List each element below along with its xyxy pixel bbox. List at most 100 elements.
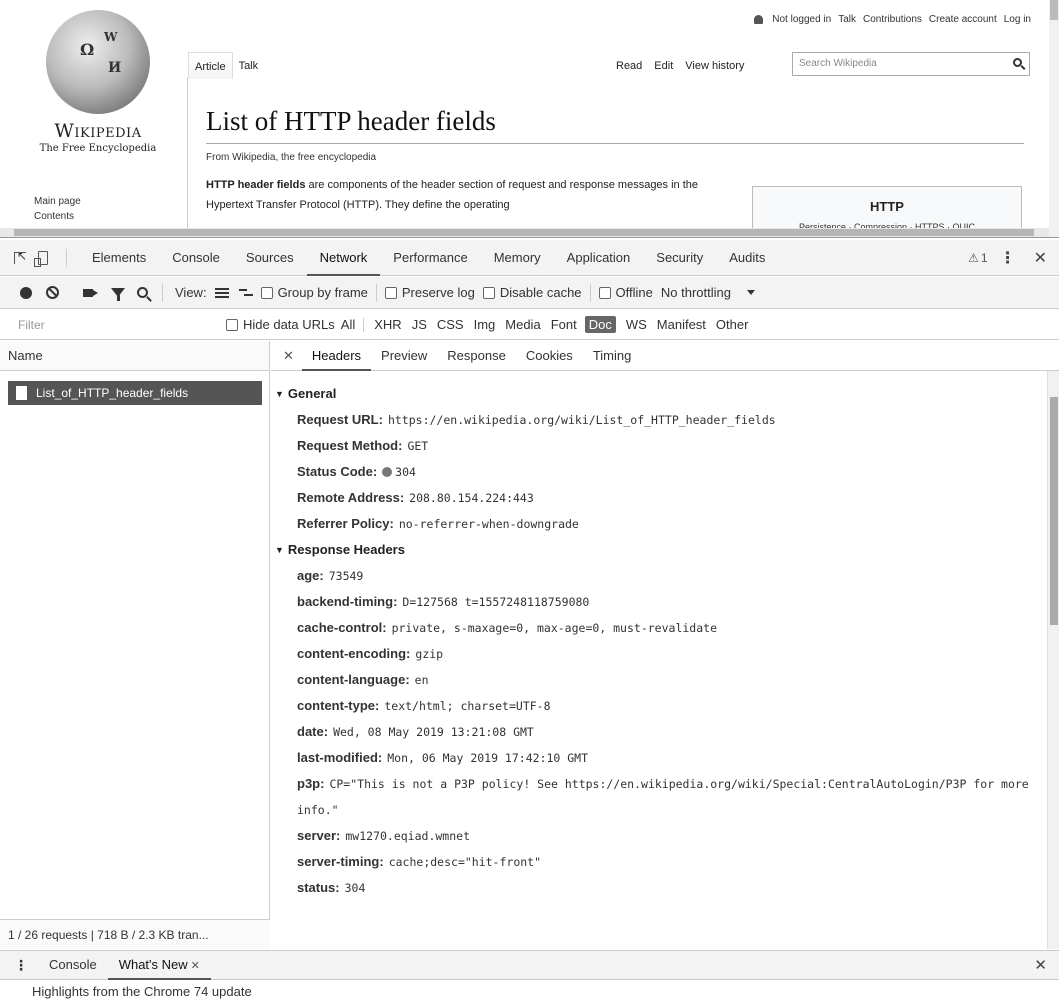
response-headers-section-header[interactable]: ▼ Response Headers	[271, 537, 1043, 563]
tab-cookies[interactable]: Cookies	[516, 341, 583, 371]
filter-input[interactable]: Filter	[18, 318, 218, 332]
clear-icon[interactable]	[46, 286, 59, 299]
tab-console[interactable]: Console	[159, 240, 233, 276]
checkbox-box[interactable]	[482, 286, 495, 299]
tab-performance[interactable]: Performance	[380, 240, 480, 276]
inspect-element-icon[interactable]	[14, 249, 27, 264]
header-name: content-encoding:	[297, 646, 411, 661]
tab-timing[interactable]: Timing	[583, 341, 642, 371]
contents-link[interactable]: Contents	[34, 209, 81, 224]
request-row[interactable]: List_of_HTTP_header_fields	[8, 381, 262, 405]
wiki-search-input[interactable]: Search Wikipedia	[792, 52, 1030, 76]
warning-count[interactable]: 1	[981, 251, 988, 265]
filter-type-css[interactable]: CSS	[437, 317, 464, 332]
contributions-link[interactable]: Contributions	[863, 14, 922, 25]
wikipedia-logo[interactable]: Ω W И Wikipedia The Free Encyclopedia	[28, 10, 168, 154]
talk-link[interactable]: Talk	[838, 14, 856, 25]
checkbox-box[interactable]	[384, 286, 397, 299]
close-tab-icon[interactable]: ✕	[191, 960, 200, 972]
divider	[375, 283, 377, 302]
tab-preview[interactable]: Preview	[371, 341, 437, 371]
disable-cache-label: Disable cache	[499, 285, 582, 300]
checkbox-box[interactable]	[598, 286, 611, 299]
search-icon[interactable]	[1013, 58, 1022, 67]
drawer-menu-icon[interactable]: ⋮	[14, 957, 28, 974]
dropdown-arrow-icon[interactable]	[746, 290, 755, 295]
filter-type-other[interactable]: Other	[716, 317, 749, 332]
create-account-link[interactable]: Create account	[929, 14, 997, 25]
checkbox-box[interactable]	[260, 286, 273, 299]
tab-sources[interactable]: Sources	[233, 240, 307, 276]
record-icon[interactable]	[20, 286, 32, 299]
tab-headers[interactable]: Headers	[301, 341, 372, 371]
wikipedia-tagline: The Free Encyclopedia	[39, 143, 157, 154]
overview-icon[interactable]	[238, 288, 253, 298]
log-in-link[interactable]: Log in	[1004, 14, 1031, 25]
filter-type-js[interactable]: JS	[412, 317, 427, 332]
hide-data-urls-checkbox[interactable]: Hide data URLs	[226, 317, 335, 332]
wiki-vertical-scrollbar[interactable]	[1049, 0, 1059, 237]
tab-application[interactable]: Application	[554, 240, 644, 276]
filter-type-all[interactable]: All	[341, 317, 355, 332]
tab-elements[interactable]: Elements	[79, 240, 159, 276]
article-tab[interactable]: Article	[188, 52, 233, 79]
general-section-header[interactable]: ▼ General	[271, 381, 1043, 407]
tab-security[interactable]: Security	[643, 240, 716, 276]
search-icon[interactable]	[137, 287, 148, 298]
details-vertical-scrollbar[interactable]	[1047, 371, 1059, 949]
scroll-thumb[interactable]	[1050, 397, 1058, 625]
filter-type-img[interactable]: Img	[474, 317, 496, 332]
not-logged-in-label: Not logged in	[772, 14, 832, 25]
drawer-tab-whats-new[interactable]: What's New ✕	[107, 950, 211, 980]
scroll-thumb[interactable]	[1050, 0, 1058, 20]
filter-type-xhr[interactable]: XHR	[374, 317, 401, 332]
large-rows-icon[interactable]	[214, 287, 229, 298]
header-value: private, s-maxage=0, max-age=0, must-rev…	[391, 621, 717, 635]
main-page-link[interactable]: Main page	[34, 194, 81, 209]
checkbox-box[interactable]	[226, 318, 238, 331]
read-tab[interactable]: Read	[616, 60, 642, 72]
filter-type-doc[interactable]: Doc	[584, 316, 616, 333]
hide-data-urls-label: Hide data URLs	[243, 317, 335, 332]
tab-audits[interactable]: Audits	[716, 240, 778, 276]
filter-type-font[interactable]: Font	[551, 317, 577, 332]
filter-type-media[interactable]: Media	[505, 317, 540, 332]
view-history-tab[interactable]: View history	[685, 60, 744, 72]
header-value: D=127568 t=1557248118759080	[402, 595, 590, 609]
offline-checkbox[interactable]: Offline	[598, 285, 653, 300]
details-tabbar: ✕ Headers Preview Response Cookies Timin…	[271, 341, 1059, 371]
device-toolbar-icon[interactable]	[34, 250, 48, 267]
edit-tab[interactable]: Edit	[654, 60, 673, 72]
header-row: last-modified: Mon, 06 May 2019 17:42:10 …	[271, 745, 1043, 771]
header-row: p3p: CP="This is not a P3P policy! See ht…	[271, 771, 1043, 823]
group-by-frame-checkbox[interactable]: Group by frame	[260, 285, 368, 300]
divider	[589, 283, 591, 302]
drawer-tab-console[interactable]: Console	[38, 950, 108, 980]
close-drawer-icon[interactable]: ✕	[1034, 956, 1047, 974]
scroll-thumb[interactable]	[14, 229, 1034, 236]
tab-memory[interactable]: Memory	[481, 240, 554, 276]
general-list: Request URL: https://en.wikipedia.org/wik…	[271, 407, 1043, 537]
talk-tab[interactable]: Talk	[233, 52, 265, 79]
wiki-horizontal-scrollbar[interactable]	[0, 228, 1049, 237]
disable-cache-checkbox[interactable]: Disable cache	[482, 285, 582, 300]
filter-icon[interactable]	[111, 288, 125, 301]
expand-triangle-icon[interactable]: ▼	[275, 545, 284, 555]
name-column-header[interactable]: Name	[0, 341, 269, 371]
warning-icon[interactable]: ⚠	[968, 251, 979, 265]
whats-new-highlights: Highlights from the Chrome 74 update	[32, 984, 252, 999]
more-options-icon[interactable]: ⋮	[1000, 248, 1016, 268]
tab-network[interactable]: Network	[306, 240, 381, 276]
filter-type-manifest[interactable]: Manifest	[657, 317, 706, 332]
view-label: View:	[175, 285, 207, 300]
screenshot-capture-icon[interactable]	[83, 288, 98, 297]
preserve-log-checkbox[interactable]: Preserve log	[384, 285, 475, 300]
close-icon[interactable]: ✕	[1034, 248, 1047, 268]
close-details-icon[interactable]: ✕	[283, 348, 294, 364]
filter-type-ws[interactable]: WS	[626, 317, 647, 332]
throttling-select[interactable]: No throttling	[661, 285, 731, 300]
group-by-frame-label: Group by frame	[277, 285, 368, 300]
expand-triangle-icon[interactable]: ▼	[275, 389, 284, 399]
header-name: p3p:	[297, 776, 325, 791]
tab-response[interactable]: Response	[437, 341, 516, 371]
